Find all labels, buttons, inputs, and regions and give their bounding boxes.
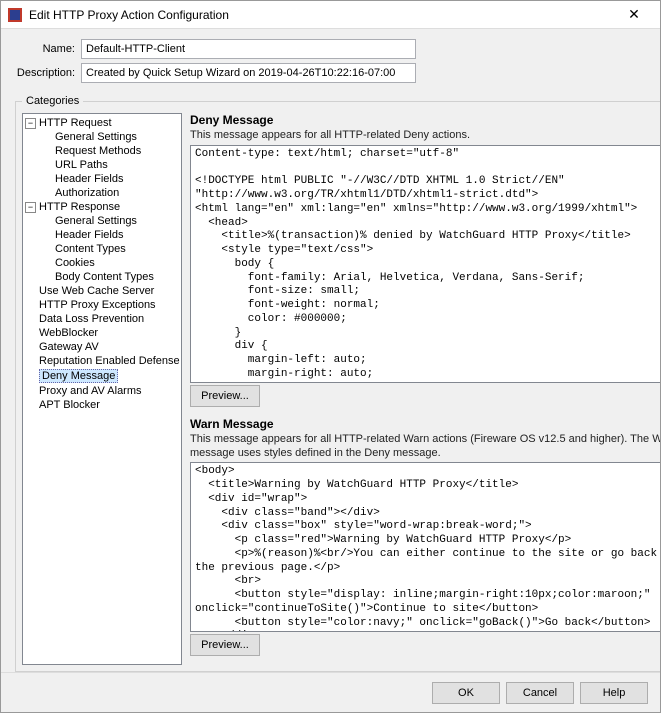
tree-item-label[interactable]: Use Web Cache Server	[39, 285, 154, 297]
categories-tree[interactable]: −HTTP Request General SettingsRequest Me…	[22, 113, 182, 665]
tree-item-label[interactable]: General Settings	[55, 131, 137, 143]
content-area: Name: Description: Categories −HTTP Requ…	[1, 29, 660, 672]
tree-item-label[interactable]: Header Fields	[55, 173, 123, 185]
warn-textarea[interactable]: <body> <title>Warning by WatchGuard HTTP…	[190, 462, 660, 632]
tree-item[interactable]: HTTP Proxy Exceptions	[23, 298, 181, 312]
ok-button[interactable]: OK	[432, 682, 500, 704]
categories-legend: Categories	[22, 95, 83, 107]
window-title: Edit HTTP Proxy Action Configuration	[29, 8, 614, 22]
tree-item[interactable]: General Settings	[23, 214, 181, 228]
bottom-bar: OK Cancel Help	[1, 672, 660, 712]
tree-item[interactable]: Use Web Cache Server	[23, 284, 181, 298]
name-field[interactable]	[81, 39, 416, 59]
deny-title: Deny Message	[190, 113, 660, 127]
app-icon	[7, 7, 23, 23]
tree-item-label[interactable]: HTTP Proxy Exceptions	[39, 299, 156, 311]
tree-item[interactable]: URL Paths	[23, 158, 181, 172]
tree-item-label[interactable]: Deny Message	[39, 369, 118, 383]
cancel-button[interactable]: Cancel	[506, 682, 574, 704]
preview-deny-button[interactable]: Preview...	[190, 385, 260, 407]
warn-text[interactable]: <body> <title>Warning by WatchGuard HTTP…	[191, 463, 660, 631]
tree-item-label[interactable]: Request Methods	[55, 145, 141, 157]
tree-item[interactable]: APT Blocker	[23, 398, 181, 412]
description-label: Description:	[15, 67, 75, 79]
tree-item[interactable]: Authorization	[23, 186, 181, 200]
details-pane: Deny Message This message appears for al…	[190, 113, 660, 665]
tree-item-label[interactable]: Body Content Types	[55, 271, 154, 283]
categories-fieldset: Categories −HTTP Request General Setting…	[15, 95, 660, 672]
tree-item[interactable]: Header Fields	[23, 228, 181, 242]
tree-item-label[interactable]: Reputation Enabled Defense	[39, 355, 180, 367]
tree-item[interactable]: WebBlocker	[23, 326, 181, 340]
preview-warn-button[interactable]: Preview...	[190, 634, 260, 656]
close-icon[interactable]: ✕	[614, 6, 654, 23]
tree-item[interactable]: Header Fields	[23, 172, 181, 186]
tree-item[interactable]: Reputation Enabled Defense	[23, 354, 181, 368]
dialog-window: Edit HTTP Proxy Action Configuration ✕ N…	[0, 0, 661, 713]
tree-group[interactable]: HTTP Response	[39, 201, 120, 213]
tree-item-label[interactable]: URL Paths	[55, 159, 108, 171]
tree-item-label[interactable]: General Settings	[55, 215, 137, 227]
tree-item-label[interactable]: Proxy and AV Alarms	[39, 385, 142, 397]
tree-item-label[interactable]: Content Types	[55, 243, 126, 255]
name-label: Name:	[15, 43, 75, 55]
tree-item-label[interactable]: Authorization	[55, 187, 119, 199]
titlebar: Edit HTTP Proxy Action Configuration ✕	[1, 1, 660, 29]
tree-item-label[interactable]: Data Loss Prevention	[39, 313, 144, 325]
tree-item[interactable]: Data Loss Prevention	[23, 312, 181, 326]
warn-title: Warn Message	[190, 417, 660, 431]
description-field[interactable]	[81, 63, 416, 83]
deny-desc: This message appears for all HTTP-relate…	[190, 129, 660, 143]
tree-item[interactable]: Cookies	[23, 256, 181, 270]
tree-group[interactable]: HTTP Request	[39, 117, 112, 129]
tree-item[interactable]: Request Methods	[23, 144, 181, 158]
tree-item[interactable]: Proxy and AV Alarms	[23, 384, 181, 398]
tree-item[interactable]: Gateway AV	[23, 340, 181, 354]
tree-item-label[interactable]: Header Fields	[55, 229, 123, 241]
warn-desc: This message appears for all HTTP-relate…	[190, 433, 660, 461]
tree-item-label[interactable]: APT Blocker	[39, 399, 100, 411]
tree-item[interactable]: General Settings	[23, 130, 181, 144]
tree-item[interactable]: Deny Message	[23, 368, 181, 384]
help-button[interactable]: Help	[580, 682, 648, 704]
collapse-icon[interactable]: −	[25, 118, 36, 129]
collapse-icon[interactable]: −	[25, 202, 36, 213]
deny-text[interactable]: Content-type: text/html; charset="utf-8"…	[191, 146, 660, 382]
tree-item-label[interactable]: Gateway AV	[39, 341, 99, 353]
tree-item[interactable]: Content Types	[23, 242, 181, 256]
deny-textarea[interactable]: Content-type: text/html; charset="utf-8"…	[190, 145, 660, 383]
tree-item-label[interactable]: Cookies	[55, 257, 95, 269]
tree-item[interactable]: Body Content Types	[23, 270, 181, 284]
tree-item-label[interactable]: WebBlocker	[39, 327, 98, 339]
